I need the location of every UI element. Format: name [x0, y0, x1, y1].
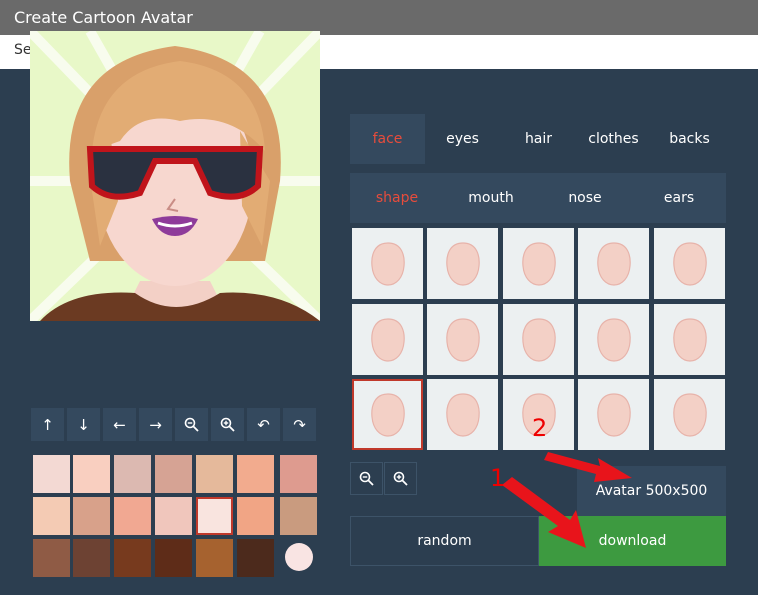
size-select-button[interactable]: Avatar 500x500 — [577, 466, 726, 516]
face-shape-icon — [596, 317, 631, 362]
move-left-button[interactable]: ← — [102, 407, 137, 442]
undo-button[interactable]: ↶ — [246, 407, 281, 442]
subtab-ears[interactable]: ears — [632, 173, 726, 223]
face-shape-option[interactable] — [578, 379, 649, 450]
face-shape-icon — [370, 241, 405, 286]
shape-zoom-in-button[interactable] — [384, 462, 417, 495]
move-up-button[interactable]: ↑ — [30, 407, 65, 442]
zoom-out-icon — [359, 471, 374, 486]
subtab-nose[interactable]: nose — [538, 173, 632, 223]
face-shape-option[interactable] — [503, 304, 574, 375]
color-swatch[interactable] — [73, 539, 110, 577]
face-shape-icon — [672, 317, 707, 362]
color-swatch[interactable] — [33, 539, 70, 577]
subtab-shape[interactable]: shape — [350, 173, 444, 223]
download-button[interactable]: download — [539, 516, 726, 566]
color-swatch[interactable] — [33, 455, 70, 493]
face-shape-icon — [445, 241, 480, 286]
color-swatch[interactable] — [33, 497, 70, 535]
face-shape-option[interactable] — [503, 228, 574, 299]
color-swatch[interactable] — [155, 539, 192, 577]
face-shape-option[interactable] — [654, 304, 725, 375]
undo-icon: ↶ — [257, 415, 270, 434]
color-swatch[interactable] — [196, 539, 233, 577]
face-shape-icon — [521, 241, 556, 286]
color-swatch[interactable] — [196, 497, 233, 535]
face-shape-icon — [445, 392, 480, 437]
color-swatch[interactable] — [280, 497, 317, 535]
shape-zoom-out-button[interactable] — [350, 462, 383, 495]
face-shape-option[interactable] — [427, 228, 498, 299]
annotation-number-1: 1 — [490, 464, 506, 492]
tab-clothes[interactable]: clothes — [576, 114, 651, 164]
arrow-up-icon: ↑ — [41, 415, 54, 434]
subtab-bar: shape mouth nose ears — [350, 173, 726, 223]
arrow-left-icon: ← — [113, 415, 126, 434]
zoom-in-button[interactable] — [210, 407, 245, 442]
face-shape-icon — [672, 241, 707, 286]
redo-button[interactable]: ↷ — [282, 407, 317, 442]
arrow-down-icon: ↓ — [77, 415, 90, 434]
subtab-mouth[interactable]: mouth — [444, 173, 538, 223]
tab-eyes[interactable]: eyes — [425, 114, 500, 164]
color-swatch[interactable] — [155, 497, 192, 535]
face-shape-option[interactable] — [427, 379, 498, 450]
color-swatch[interactable] — [196, 455, 233, 493]
face-shape-option[interactable] — [578, 228, 649, 299]
face-shape-option[interactable] — [427, 304, 498, 375]
color-swatch[interactable] — [73, 497, 110, 535]
color-swatch[interactable] — [285, 543, 313, 571]
face-shape-option[interactable] — [654, 379, 725, 450]
move-down-button[interactable]: ↓ — [66, 407, 101, 442]
face-shape-icon — [445, 317, 480, 362]
face-shape-option[interactable] — [352, 379, 423, 450]
face-shape-option[interactable] — [352, 228, 423, 299]
tab-hair[interactable]: hair — [501, 114, 576, 164]
color-swatch[interactable] — [237, 539, 274, 577]
color-swatch[interactable] — [237, 497, 274, 535]
page-title: Create Cartoon Avatar — [0, 0, 758, 35]
redo-icon: ↷ — [293, 415, 306, 434]
color-swatch[interactable] — [155, 455, 192, 493]
zoom-in-icon — [220, 417, 235, 432]
tab-face[interactable]: face — [350, 114, 425, 164]
arrow-right-icon: → — [149, 415, 162, 434]
zoom-out-icon — [184, 417, 199, 432]
color-swatch[interactable] — [237, 455, 274, 493]
random-button[interactable]: random — [350, 516, 539, 566]
color-swatch[interactable] — [114, 539, 151, 577]
move-right-button[interactable]: → — [138, 407, 173, 442]
face-shape-icon — [596, 241, 631, 286]
annotation-number-2: 2 — [532, 414, 548, 442]
color-swatch[interactable] — [280, 455, 317, 493]
zoom-in-icon — [393, 471, 408, 486]
face-shape-icon — [596, 392, 631, 437]
face-shape-icon — [370, 317, 405, 362]
color-swatch[interactable] — [114, 497, 151, 535]
color-swatch[interactable] — [114, 455, 151, 493]
face-shape-option[interactable] — [578, 304, 649, 375]
face-shape-icon — [672, 392, 707, 437]
avatar-preview — [30, 31, 320, 321]
face-shape-icon — [521, 317, 556, 362]
color-swatch[interactable] — [73, 455, 110, 493]
face-shape-option[interactable] — [352, 304, 423, 375]
face-shape-icon — [370, 392, 405, 437]
avatar-illustration — [30, 31, 320, 321]
tab-backs[interactable]: backs — [652, 114, 727, 164]
zoom-out-button[interactable] — [174, 407, 209, 442]
face-shape-option[interactable] — [654, 228, 725, 299]
